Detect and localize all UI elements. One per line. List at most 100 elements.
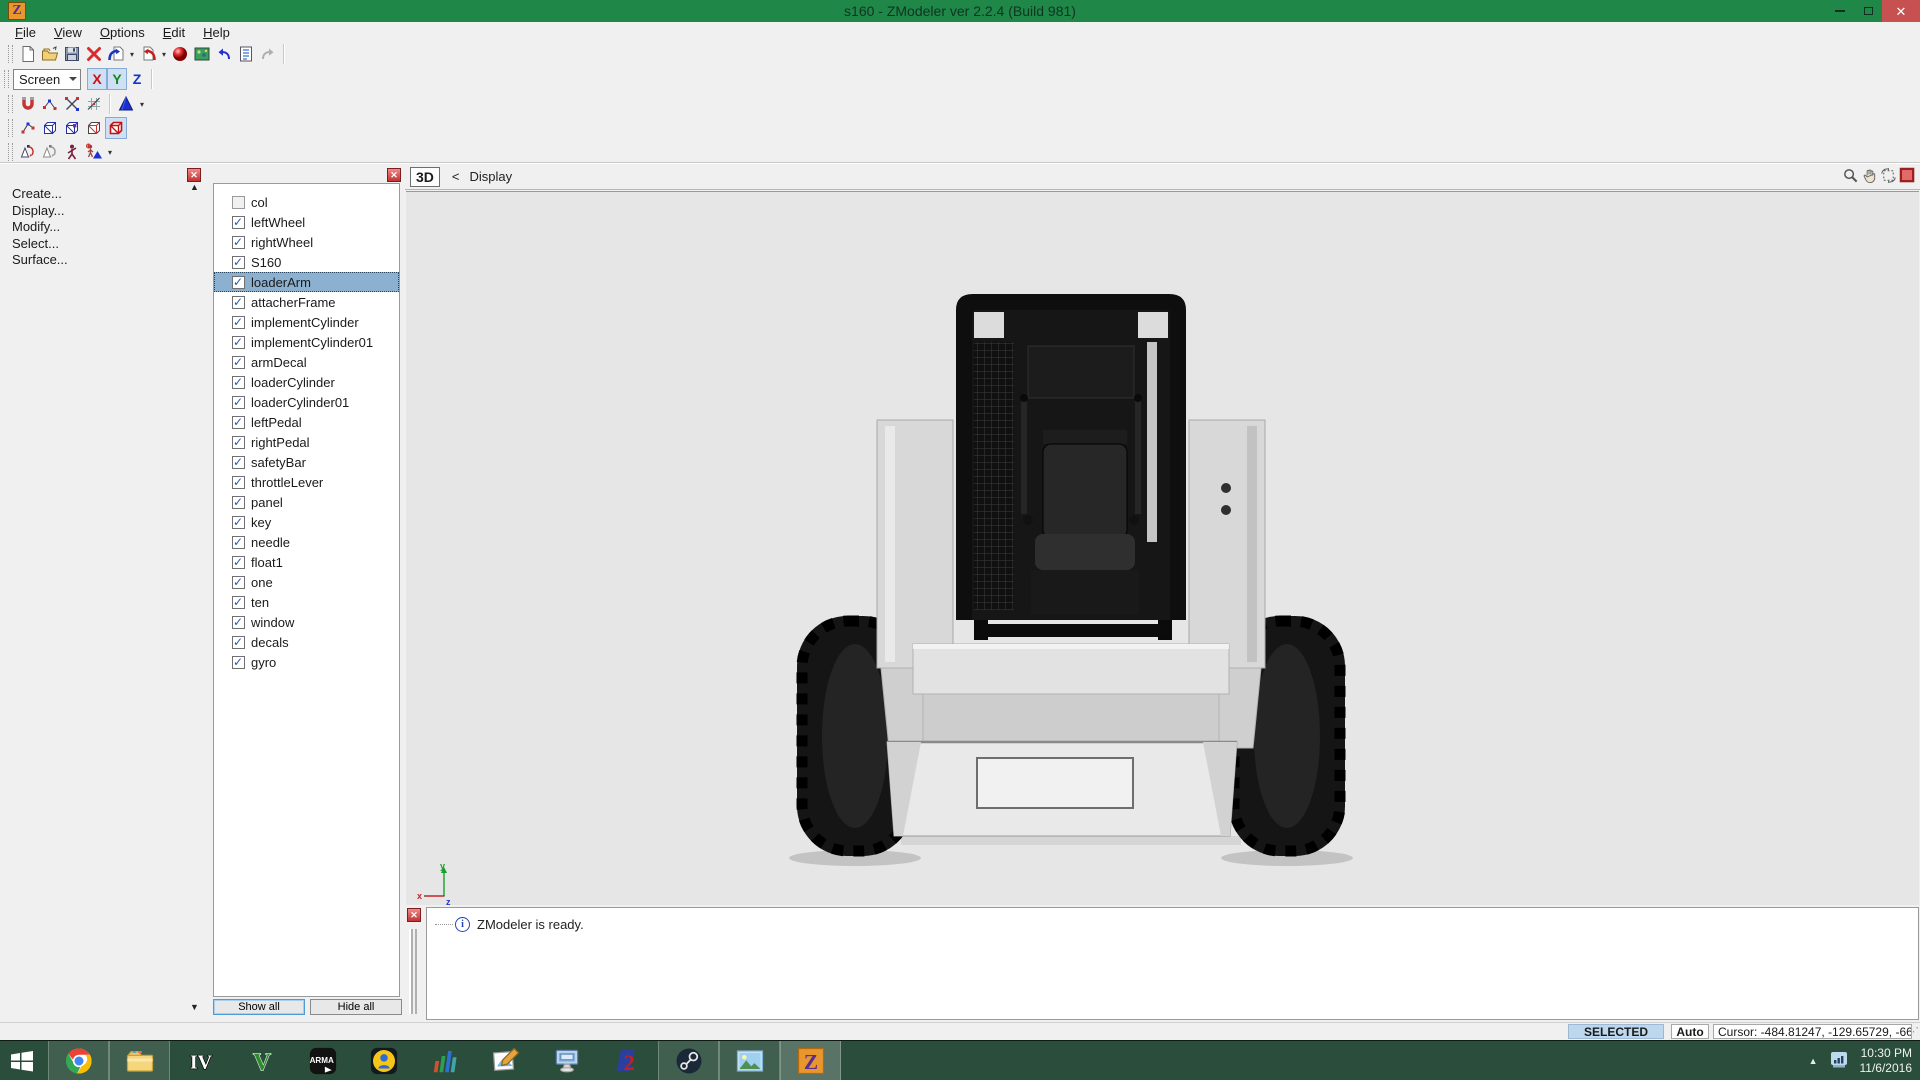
rotate-tool-alt-button[interactable] <box>39 141 61 163</box>
menu-options[interactable]: Options <box>91 23 154 42</box>
taskbar-clock[interactable]: 10:30 PM 11/6/2016 <box>1860 1046 1913 1076</box>
redo-button[interactable] <box>257 43 279 65</box>
object-row-throttleLever[interactable]: throttleLever <box>214 472 399 492</box>
command-display[interactable]: Display... <box>12 203 65 218</box>
object-row-loaderArm[interactable]: loaderArm <box>214 272 399 292</box>
visibility-checkbox[interactable] <box>232 416 245 429</box>
object-row-safetyBar[interactable]: safetyBar <box>214 452 399 472</box>
object-row-S160[interactable]: S160 <box>214 252 399 272</box>
hide-all-button[interactable]: Hide all <box>310 999 402 1015</box>
selected-level-button[interactable] <box>105 117 127 139</box>
object-row-key[interactable]: key <box>214 512 399 532</box>
zoom-icon[interactable] <box>1842 167 1859 184</box>
close-button[interactable]: ✕ <box>1882 0 1920 22</box>
visibility-checkbox[interactable] <box>232 256 245 269</box>
viewport-mode-button[interactable]: 3D <box>410 167 440 187</box>
import-dropdown-arrow[interactable]: ▾ <box>159 50 169 59</box>
history-button[interactable] <box>235 43 257 65</box>
resize-grip[interactable]: ⋰ <box>1908 1025 1919 1038</box>
network-tray-icon[interactable] <box>1828 1048 1850 1075</box>
message-panel-grip[interactable] <box>409 929 417 1014</box>
viewport-layout-icon[interactable] <box>1899 167 1916 184</box>
visibility-checkbox[interactable] <box>232 436 245 449</box>
magnet-button[interactable] <box>17 93 39 115</box>
import-button[interactable] <box>137 43 159 65</box>
object-row-gyro[interactable]: gyro <box>214 652 399 672</box>
orbit-icon[interactable] <box>1880 167 1897 184</box>
delete-button[interactable] <box>83 43 105 65</box>
scroll-up-icon[interactable]: ▲ <box>190 182 199 192</box>
weld-vertices-button[interactable] <box>39 93 61 115</box>
visibility-checkbox[interactable] <box>232 196 245 209</box>
taskbar-item-remote-desktop[interactable] <box>536 1041 597 1080</box>
visibility-checkbox[interactable] <box>232 376 245 389</box>
pan-hand-icon[interactable] <box>1861 167 1878 184</box>
object-row-needle[interactable]: needle <box>214 532 399 552</box>
object-row-armDecal[interactable]: armDecal <box>214 352 399 372</box>
export-button[interactable] <box>105 43 127 65</box>
visibility-checkbox[interactable] <box>232 356 245 369</box>
tray-expand-icon[interactable]: ▲ <box>1809 1056 1818 1066</box>
visibility-checkbox[interactable] <box>232 396 245 409</box>
object-row-rightPedal[interactable]: rightPedal <box>214 432 399 452</box>
taskbar-item-photo-viewer[interactable] <box>719 1041 780 1080</box>
axis-y-button[interactable]: Y <box>107 68 127 90</box>
menu-edit[interactable]: Edit <box>154 23 194 42</box>
object-row-panel[interactable]: panel <box>214 492 399 512</box>
minimize-button[interactable] <box>1825 0 1854 22</box>
message-panel-close-button[interactable]: ✕ <box>407 908 421 922</box>
primitive-dropdown-arrow[interactable]: ▾ <box>137 100 147 109</box>
visibility-checkbox[interactable] <box>232 476 245 489</box>
break-vertices-button[interactable] <box>61 93 83 115</box>
visibility-checkbox[interactable] <box>232 636 245 649</box>
polygons-level-button[interactable] <box>61 117 83 139</box>
object-row-leftPedal[interactable]: leftPedal <box>214 412 399 432</box>
commands-panel-close-button[interactable]: ✕ <box>187 168 201 182</box>
command-select[interactable]: Select... <box>12 236 59 251</box>
object-row-float1[interactable]: float1 <box>214 552 399 572</box>
vertices-level-button[interactable] <box>17 117 39 139</box>
object-row-col[interactable]: col <box>214 192 399 212</box>
visibility-checkbox[interactable] <box>232 316 245 329</box>
visibility-checkbox[interactable] <box>232 296 245 309</box>
open-file-button[interactable] <box>39 43 61 65</box>
skeleton-tool-button[interactable] <box>61 141 83 163</box>
axis-x-button[interactable]: X <box>87 68 107 90</box>
auto-toggle[interactable]: Auto <box>1671 1024 1709 1039</box>
object-row-rightWheel[interactable]: rightWheel <box>214 232 399 252</box>
save-button[interactable] <box>61 43 83 65</box>
visibility-checkbox[interactable] <box>232 276 245 289</box>
objects-level-button[interactable] <box>83 117 105 139</box>
visibility-checkbox[interactable] <box>232 536 245 549</box>
axis-z-button[interactable]: Z <box>127 68 147 90</box>
animation-dropdown-arrow[interactable]: ▾ <box>105 148 115 157</box>
visibility-checkbox[interactable] <box>232 656 245 669</box>
visibility-checkbox[interactable] <box>232 496 245 509</box>
grid-snap-button[interactable] <box>83 93 105 115</box>
command-surface[interactable]: Surface... <box>12 252 68 267</box>
viewport-back-arrow[interactable]: < <box>452 169 460 184</box>
visibility-checkbox[interactable] <box>232 516 245 529</box>
visibility-checkbox[interactable] <box>232 616 245 629</box>
material-editor-button[interactable] <box>191 43 213 65</box>
object-row-implementCylinder[interactable]: implementCylinder <box>214 312 399 332</box>
menu-view[interactable]: View <box>45 23 91 42</box>
taskbar-item-fallout-vault-boy[interactable] <box>353 1041 414 1080</box>
taskbar-item-arma[interactable]: ARMA <box>292 1041 353 1080</box>
taskbar-item-office-chart[interactable] <box>414 1041 475 1080</box>
object-row-decals[interactable]: decals <box>214 632 399 652</box>
visibility-checkbox[interactable] <box>232 456 245 469</box>
visibility-checkbox[interactable] <box>232 216 245 229</box>
visibility-checkbox[interactable] <box>232 336 245 349</box>
object-row-leftWheel[interactable]: leftWheel <box>214 212 399 232</box>
edges-level-button[interactable] <box>39 117 61 139</box>
visibility-checkbox[interactable] <box>232 576 245 589</box>
cone-primitive-button[interactable] <box>115 93 137 115</box>
axis-space-combo[interactable]: Screen <box>13 69 81 90</box>
command-modify[interactable]: Modify... <box>12 219 60 234</box>
skin-tool-button[interactable] <box>83 141 105 163</box>
viewport-canvas[interactable]: y x z <box>406 191 1919 905</box>
taskbar-item-image-editor[interactable] <box>475 1041 536 1080</box>
command-create[interactable]: Create... <box>12 186 62 201</box>
objects-panel-close-button[interactable]: ✕ <box>387 168 401 182</box>
